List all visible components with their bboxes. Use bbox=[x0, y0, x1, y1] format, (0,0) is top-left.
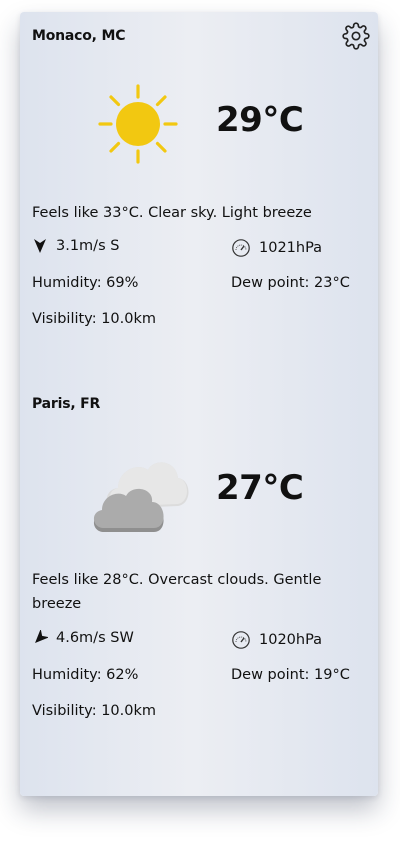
dew-point-value: Dew point: 19°C bbox=[231, 667, 350, 683]
visibility-value: Visibility: 10.0km bbox=[32, 703, 157, 719]
wind-value: 4.6m/s SW bbox=[56, 630, 134, 646]
clouds-icon bbox=[93, 462, 189, 532]
humidity: Humidity: 69% bbox=[32, 275, 138, 291]
weather-card: Monaco, MC 29°C Feels like 33°C. Clear s… bbox=[20, 12, 378, 796]
dew-point-value: Dew point: 23°C bbox=[231, 275, 350, 291]
wind-info: 3.1m/s S bbox=[32, 238, 119, 254]
wind-value: 3.1m/s S bbox=[56, 238, 120, 254]
pressure-gauge-icon bbox=[232, 631, 250, 649]
dew-point: Dew point: 19°C bbox=[231, 667, 350, 683]
wind-direction-icon bbox=[35, 630, 48, 643]
pressure-value: 1021hPa bbox=[259, 240, 323, 256]
city-name: Paris, FR bbox=[32, 396, 101, 412]
wind-info: 4.6m/s SW bbox=[32, 630, 134, 646]
pressure-value: 1020hPa bbox=[259, 632, 323, 648]
pressure-info: 1021hPa bbox=[231, 238, 322, 258]
pressure-info: 1020hPa bbox=[231, 630, 322, 650]
humidity-value: Humidity: 69% bbox=[32, 275, 139, 291]
visibility-value: Visibility: 10.0km bbox=[32, 311, 157, 327]
pressure-gauge-icon bbox=[232, 239, 250, 257]
weather-description: Feels like 33°C. Clear sky. Light breeze bbox=[32, 205, 312, 221]
temperature: 29°C bbox=[216, 100, 304, 140]
gear-icon[interactable] bbox=[342, 22, 370, 50]
wind-direction-icon bbox=[34, 239, 46, 253]
humidity-value: Humidity: 62% bbox=[32, 667, 139, 683]
sun-icon bbox=[98, 84, 178, 164]
temperature: 27°C bbox=[216, 468, 304, 508]
weather-description: Feels like 28°C. Overcast clouds. Gentle… bbox=[32, 572, 322, 612]
city-name: Monaco, MC bbox=[32, 28, 126, 44]
visibility: Visibility: 10.0km bbox=[32, 703, 156, 719]
humidity: Humidity: 62% bbox=[32, 667, 138, 683]
visibility: Visibility: 10.0km bbox=[32, 311, 156, 327]
dew-point: Dew point: 23°C bbox=[231, 275, 350, 291]
